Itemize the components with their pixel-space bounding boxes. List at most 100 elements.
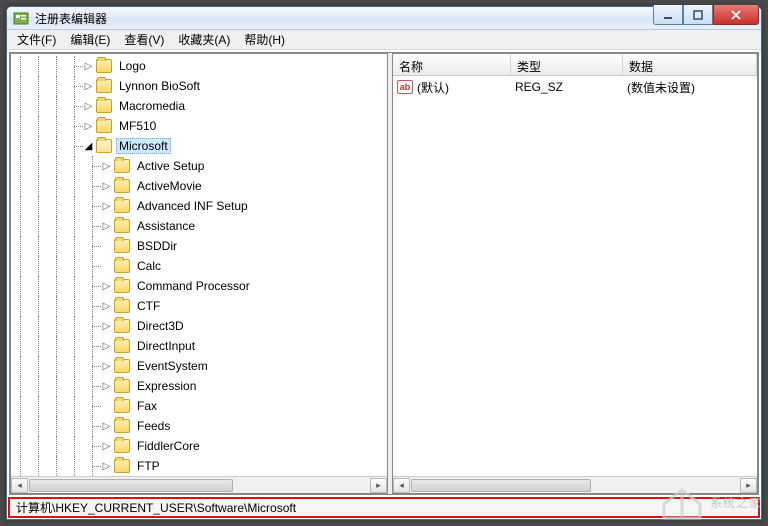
expand-icon[interactable]: ▷ [101,221,112,232]
list-header: 名称 类型 数据 [393,54,757,76]
folder-icon [114,259,130,273]
scroll-thumb[interactable] [29,479,233,492]
folder-icon [114,339,130,353]
menu-help[interactable]: 帮助(H) [238,29,291,50]
tree-label: Logo [116,58,149,74]
tree-item[interactable]: ▷ Macromedia [11,96,387,116]
tree-label: Assistance [134,218,198,234]
expand-icon [101,261,112,272]
maximize-icon [693,10,703,20]
tree-item-microsoft[interactable]: ◢ Microsoft [11,136,387,156]
tree-label: EventSystem [134,358,211,374]
menu-bar: 文件(F) 编辑(E) 查看(V) 收藏夹(A) 帮助(H) [7,30,761,50]
tree-item[interactable]: BSDDir [11,236,387,256]
minimize-icon [663,10,673,20]
regedit-window: 注册表编辑器 文件(F) 编辑(E) 查看(V) 收藏夹(A) 帮助(H) ▷ … [6,6,762,520]
folder-icon [114,359,130,373]
content-area: ▷ Logo ▷ Lynnon BioSoft ▷ Macromedia [9,52,759,495]
minimize-button[interactable] [653,5,683,25]
folder-icon [96,79,112,93]
tree-item[interactable]: ▷ EventSystem [11,356,387,376]
expand-icon[interactable]: ▷ [83,121,94,132]
scroll-thumb[interactable] [411,479,591,492]
menu-view[interactable]: 查看(V) [118,29,170,50]
tree-label: Command Processor [134,278,253,294]
tree-item[interactable]: ▷ Command Processor [11,276,387,296]
expand-icon[interactable]: ▷ [101,341,112,352]
menu-file[interactable]: 文件(F) [11,29,62,50]
tree-item[interactable]: ▷ Expression [11,376,387,396]
scroll-right-button[interactable]: ▸ [370,478,387,493]
tree-item[interactable]: ▷FiddlerCore [11,436,387,456]
expand-icon[interactable]: ▷ [83,81,94,92]
expand-icon[interactable]: ▷ [101,201,112,212]
close-icon [730,10,742,20]
tree-item[interactable]: ▷Feeds [11,416,387,436]
folder-icon [114,419,130,433]
expand-icon[interactable]: ▷ [101,301,112,312]
maximize-button[interactable] [683,5,713,25]
col-data[interactable]: 数据 [623,54,757,75]
tree-label: Fax [134,398,160,414]
scroll-left-button[interactable]: ◂ [11,478,28,493]
tree-item[interactable]: ▷ActiveMovie [11,176,387,196]
tree-item[interactable]: ▷ Direct3D [11,316,387,336]
tree-item[interactable]: ▷ CTF [11,296,387,316]
menu-edit[interactable]: 编辑(E) [64,29,116,50]
tree-item[interactable]: ▷Active Setup [11,156,387,176]
tree-item[interactable]: ▷ Logo [11,56,387,76]
expand-icon[interactable]: ▷ [83,101,94,112]
tree-item[interactable]: ▷ Advanced INF Setup [11,196,387,216]
collapse-icon[interactable]: ◢ [83,141,94,152]
tree-label: CTF [134,298,163,314]
col-type[interactable]: 类型 [511,54,623,75]
expand-icon[interactable]: ▷ [101,321,112,332]
tree-label: Expression [134,378,199,394]
expand-icon[interactable]: ▷ [101,361,112,372]
list-row[interactable]: ab (默认) REG_SZ (数值未设置) [393,78,757,96]
status-bar: 计算机\HKEY_CURRENT_USER\Software\Microsoft [8,497,760,518]
tree-label: Advanced INF Setup [134,198,251,214]
status-path: 计算机\HKEY_CURRENT_USER\Software\Microsoft [16,499,296,516]
expand-icon[interactable]: ▷ [101,421,112,432]
tree-item[interactable]: ▷ Lynnon BioSoft [11,76,387,96]
tree-item[interactable]: ▷ FTP [11,456,387,476]
folder-icon [114,279,130,293]
folder-icon [114,319,130,333]
tree-item[interactable]: ▷DirectInput [11,336,387,356]
list-body[interactable]: ab (默认) REG_SZ (数值未设置) [393,76,757,476]
close-button[interactable] [713,5,759,25]
tree-label: Direct3D [134,318,187,334]
folder-icon [114,239,130,253]
scroll-track[interactable] [28,479,370,492]
expand-icon[interactable]: ▷ [101,461,112,472]
values-pane: 名称 类型 数据 ab (默认) REG_SZ (数值未设置) ◂ ▸ [392,53,758,494]
expand-icon[interactable]: ▷ [101,281,112,292]
tree-item[interactable]: ▷ MF510 [11,116,387,136]
folder-icon [114,219,130,233]
registry-tree[interactable]: ▷ Logo ▷ Lynnon BioSoft ▷ Macromedia [11,54,387,476]
folder-icon [96,59,112,73]
folder-icon [114,159,130,173]
tree-pane: ▷ Logo ▷ Lynnon BioSoft ▷ Macromedia [10,53,388,494]
window-buttons [653,5,759,25]
expand-icon[interactable]: ▷ [83,61,94,72]
folder-icon [114,459,130,473]
scroll-left-button[interactable]: ◂ [393,478,410,493]
expand-icon[interactable]: ▷ [101,181,112,192]
tree-h-scrollbar[interactable]: ◂ ▸ [11,476,387,493]
expand-icon[interactable]: ▷ [101,441,112,452]
app-icon [13,10,29,26]
tree-label: FTP [134,458,163,474]
tree-item[interactable]: Fax [11,396,387,416]
tree-item[interactable]: Calc [11,256,387,276]
menu-favorites[interactable]: 收藏夹(A) [172,29,236,50]
folder-icon [114,199,130,213]
col-name[interactable]: 名称 [393,54,511,75]
tree-label-selected: Microsoft [116,138,171,154]
expand-icon[interactable]: ▷ [101,381,112,392]
expand-icon[interactable]: ▷ [101,161,112,172]
title-bar[interactable]: 注册表编辑器 [7,7,761,30]
tree-item[interactable]: ▷ Assistance [11,216,387,236]
tree-label: BSDDir [134,238,180,254]
